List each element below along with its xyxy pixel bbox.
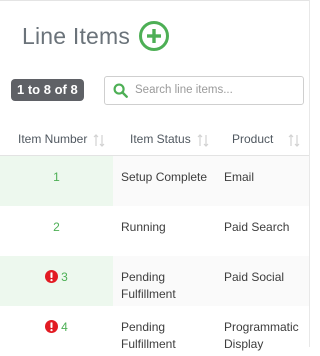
- search-icon: [113, 83, 128, 98]
- table-header: Item Number Item Status Product: [0, 126, 309, 156]
- exclamation-circle-icon: [45, 320, 59, 333]
- page-header: Line Items: [22, 20, 170, 52]
- add-line-item-button[interactable]: [138, 20, 170, 52]
- item-number-wrap: 2: [0, 219, 113, 235]
- right-border: [309, 0, 310, 347]
- item-number-cell: 4: [0, 306, 113, 356]
- product: Paid Social: [224, 270, 285, 284]
- toolbar: 1 to 8 of 8: [10, 76, 304, 105]
- sort-icon[interactable]: [288, 134, 300, 147]
- table-row[interactable]: 1 Setup Complete Email: [0, 156, 309, 206]
- top-border: [0, 0, 310, 1]
- item-status: Setup Complete: [121, 170, 208, 184]
- item-status: Running: [121, 220, 166, 234]
- item-number-wrap: 1: [0, 169, 113, 185]
- column-header-label: Item Number: [18, 132, 88, 146]
- sort-icon[interactable]: [93, 134, 105, 147]
- item-number-wrap: 4: [0, 319, 113, 335]
- item-number[interactable]: 1: [53, 170, 60, 184]
- column-header-item-status[interactable]: Item Status: [113, 126, 216, 155]
- item-number-cell: 2: [0, 206, 113, 256]
- table-row[interactable]: 4 Pending Fulfillment Programmatic Displ…: [0, 306, 309, 356]
- item-number-cell: 1: [0, 156, 113, 206]
- line-items-table: Item Number Item Status Product 1 Setup …: [0, 126, 309, 356]
- search-input[interactable]: [133, 80, 295, 100]
- column-header-label: Product: [232, 132, 274, 146]
- search-box[interactable]: [104, 76, 304, 105]
- item-number[interactable]: 2: [53, 220, 60, 234]
- product: Programmatic Display: [224, 320, 299, 351]
- item-status: Pending Fulfillment: [121, 270, 176, 301]
- item-number-wrap: 3: [0, 269, 113, 285]
- page-title: Line Items: [22, 22, 131, 49]
- column-header-label: Item Status: [130, 132, 191, 146]
- exclamation-circle-icon: [45, 270, 59, 283]
- item-number[interactable]: 3: [61, 270, 68, 284]
- column-header-item-number[interactable]: Item Number: [0, 126, 113, 155]
- item-status: Pending Fulfillment: [121, 320, 176, 351]
- sort-icon[interactable]: [197, 134, 209, 147]
- table-row[interactable]: 3 Pending Fulfillment Paid Social: [0, 256, 309, 306]
- count-badge: 1 to 8 of 8: [11, 79, 84, 101]
- item-number[interactable]: 4: [61, 320, 68, 334]
- item-number-cell: 3: [0, 256, 113, 306]
- column-header-product[interactable]: Product: [216, 126, 309, 155]
- product: Paid Search: [224, 220, 290, 234]
- table-row[interactable]: 2 Running Paid Search: [0, 206, 309, 256]
- product: Email: [224, 170, 255, 184]
